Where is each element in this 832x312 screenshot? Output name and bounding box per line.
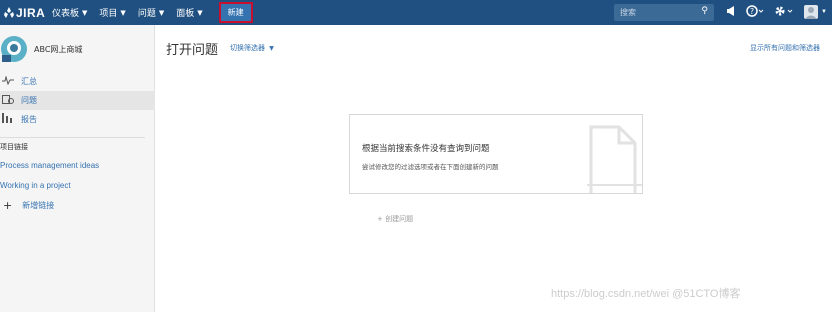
watermark: https://blog.csdn.net/wei @51CTO博客 [551,288,741,300]
reports-icon [2,113,16,126]
sidebar-item-reports[interactable]: 报告 [0,110,155,129]
nav-boards-label: 面板 [176,9,195,19]
add-link-label: 新增链接 [22,201,55,210]
search-icon: ⚲ [701,6,708,16]
plus-icon: + [3,199,13,212]
nav-projects-label: 项目 [99,9,118,19]
search-placeholder: 搜索 [620,8,636,17]
empty-state-panel: 根据当前搜索条件没有查询到问题 尝试修改您的过滤选项或者在下面创建新的问题 [349,114,643,194]
user-avatar[interactable] [804,5,818,19]
sidebar-item-label: 报告 [21,115,37,124]
nav-issues-label: 问题 [137,9,156,19]
document-illustration-icon [587,125,642,193]
nav-boards[interactable]: 面板 ▼ [176,6,203,20]
page-title: 打开问题 [166,43,219,58]
top-navigation-bar: JIRA 仪表板 ▼ 项目 ▼ 问题 ▼ 面板 ▼ 新建 搜索 ⚲ ? ▼ [0,0,832,25]
empty-state-title: 根据当前搜索条件没有查询到问题 [362,144,490,154]
project-avatar[interactable] [0,35,28,63]
nav-projects[interactable]: 项目 ▼ [99,6,126,20]
show-all-issues-link[interactable]: 显示所有问题和筛选器 [750,43,820,53]
gear-icon[interactable] [774,5,794,20]
sidebar-item-summary[interactable]: 汇总 [0,72,155,91]
logo-text: JIRA [16,5,46,20]
nav-dashboards-label: 仪表板 [52,9,80,19]
jira-logo-icon [4,6,14,18]
sidebar-item-label: 汇总 [21,77,37,86]
chevron-down-icon: ▼ [158,8,165,17]
activity-icon [2,74,16,88]
chevron-down-icon: ▼ [269,45,274,52]
project-links-heading: 项目链接 [0,143,28,151]
sidebar-item-label: 问题 [21,96,37,105]
sidebar-divider [0,137,145,138]
chevron-down-icon: ▼ [82,8,88,17]
project-link[interactable]: Process management ideas [0,161,99,170]
switch-filter-dropdown[interactable]: 切换筛选器 ▼ [230,43,274,53]
project-link[interactable]: Working in a project [0,181,71,190]
help-icon[interactable]: ? [746,5,764,20]
megaphone-icon[interactable] [726,6,737,19]
search-input[interactable]: 搜索 ⚲ [614,4,714,21]
create-issue-link[interactable]: + 创建问题 [377,214,413,224]
empty-state-message: 尝试修改您的过滤选项或者在下面创建新的问题 [362,163,499,171]
sidebar-item-issues[interactable]: 问题 [0,91,155,110]
create-button[interactable]: 新建 [218,2,253,23]
chevron-down-icon: ▼ [120,8,126,17]
switch-filter-label: 切换筛选器 [230,44,265,52]
chevron-down-icon[interactable]: ▼ [821,9,827,15]
project-sidebar: ABC网上商城 汇总 问题 报告 项目链接 Process management… [0,25,155,312]
svg-text:?: ? [750,7,754,16]
nav-issues[interactable]: 问题 ▼ [137,6,165,20]
main-content: 打开问题 切换筛选器 ▼ 显示所有问题和筛选器 根据当前搜索条件没有查询到问题 … [156,25,832,312]
add-link-button[interactable]: + 新增链接 [3,199,54,212]
jira-logo[interactable]: JIRA [4,6,52,20]
nav-dashboards[interactable]: 仪表板 ▼ [52,6,88,20]
chevron-down-icon: ▼ [197,8,203,17]
issues-icon [2,94,16,107]
project-name[interactable]: ABC网上商城 [34,44,82,55]
